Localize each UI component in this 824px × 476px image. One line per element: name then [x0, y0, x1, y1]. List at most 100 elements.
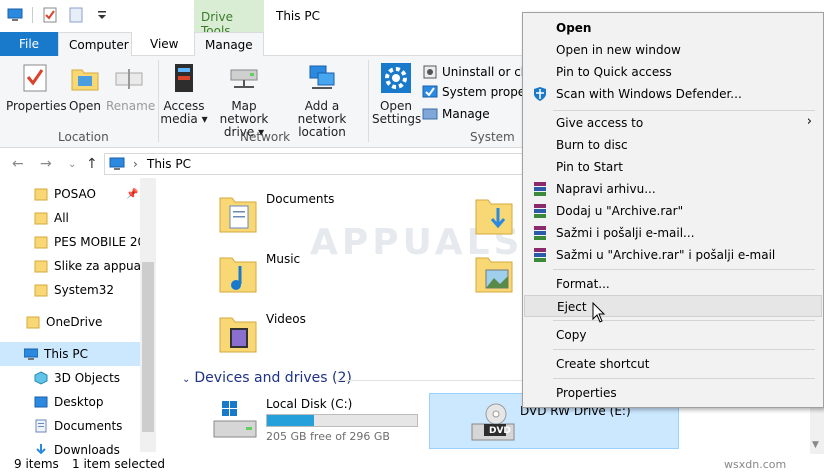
folder-documents[interactable]: Documents: [218, 192, 334, 236]
folder-music[interactable]: Music: [218, 252, 300, 296]
network-group-label: Network: [240, 130, 291, 144]
location-group-label: Location: [58, 130, 109, 144]
nav-item-pes-mobile[interactable]: PES MOBILE 201: [0, 230, 140, 254]
drive-c-usage-bar: [266, 414, 418, 427]
menu-item-pin-to-start[interactable]: Pin to Start: [524, 156, 822, 178]
back-arrow-icon[interactable]: ←: [12, 156, 24, 172]
documents-folder-icon: [219, 197, 257, 233]
manage-button[interactable]: Manage: [422, 106, 490, 122]
uninstall-programs-button[interactable]: Uninstall or cha: [422, 64, 536, 80]
nav-item-slike[interactable]: Slike za appuals-: [0, 254, 140, 278]
nav-item-desktop[interactable]: Desktop: [0, 390, 140, 414]
downloads-folder-icon[interactable]: [474, 194, 514, 241]
dvd-drive-icon: [471, 403, 515, 441]
defender-shield-icon: [534, 87, 546, 101]
menu-item-give-access[interactable]: Give access to ›: [524, 112, 822, 134]
nav-item-3d-objects[interactable]: 3D Objects: [0, 366, 140, 390]
this-pc-icon[interactable]: [6, 6, 24, 24]
collapse-chevron-icon[interactable]: ⌄: [182, 374, 190, 385]
folder-icon: [26, 316, 40, 329]
scroll-down-arrow-icon[interactable]: ▼: [812, 440, 819, 450]
winrar-icon: [534, 204, 546, 218]
nav-item-posao[interactable]: POSAO 📌: [0, 182, 140, 206]
videos-folder-icon: [219, 317, 257, 353]
tab-file[interactable]: File: [0, 32, 58, 56]
nav-item-all[interactable]: All: [0, 206, 140, 230]
folder-icon: [34, 284, 48, 297]
open-settings-button[interactable]: Open Settings: [372, 60, 421, 126]
mouse-cursor-icon: [592, 302, 606, 323]
menu-item-open[interactable]: Open: [524, 17, 822, 39]
forward-arrow-icon[interactable]: →: [40, 156, 52, 172]
rename-button[interactable]: Rename: [106, 60, 155, 113]
menu-item-burn-to-disc[interactable]: Burn to disc: [524, 134, 822, 156]
tab-computer[interactable]: Computer: [58, 32, 132, 56]
context-menu: Open Open in new window Pin to Quick acc…: [522, 12, 824, 408]
map-network-drive-button[interactable]: Map network drive ▾: [208, 60, 280, 139]
winrar-icon: [534, 248, 546, 262]
winrar-icon: [534, 226, 546, 240]
computer-management-icon: [422, 108, 438, 120]
menu-item-eject[interactable]: Eject: [524, 295, 822, 317]
menu-item-format[interactable]: Format...: [524, 273, 822, 295]
menu-item-sazmi-email[interactable]: Sažmi i pošalji e-mail...: [524, 222, 822, 244]
menu-item-scan-defender[interactable]: Scan with Windows Defender...: [524, 83, 822, 105]
menu-separator: [553, 269, 815, 270]
add-network-location-button[interactable]: Add a network location: [282, 60, 362, 139]
properties-check-icon[interactable]: [41, 6, 59, 24]
settings-gear-icon: [379, 60, 413, 96]
system-properties-button[interactable]: System propert: [422, 84, 535, 100]
menu-item-sazmi-archive-email[interactable]: Sažmi u "Archive.rar" i pošalji e-mail: [524, 244, 822, 266]
rename-icon: [112, 60, 146, 96]
drive-c-usage-fill: [267, 415, 314, 426]
recent-locations-chevron-icon[interactable]: ⌄: [68, 159, 76, 170]
folder-icon: [34, 188, 48, 201]
new-folder-icon[interactable]: [67, 6, 85, 24]
submenu-chevron-icon: ›: [806, 114, 812, 129]
menu-item-create-shortcut[interactable]: Create shortcut: [524, 353, 822, 375]
desktop-icon: [34, 396, 48, 408]
tab-manage[interactable]: Manage: [194, 32, 264, 56]
menu-item-napravi-arhivu[interactable]: Napravi arhivu...: [524, 178, 822, 200]
drive-tools-contextual-tab: Drive Tools: [194, 0, 264, 38]
system-group-label: System: [470, 130, 515, 144]
network-location-icon: [305, 60, 339, 96]
pictures-folder-icon[interactable]: [474, 252, 514, 299]
nav-item-documents[interactable]: Documents: [0, 414, 140, 438]
system-properties-icon: [422, 85, 438, 98]
drive-local-disk-c[interactable]: Local Disk (C:) 205 GB free of 296 GB: [212, 393, 422, 447]
menu-item-pin-quick-access[interactable]: Pin to Quick access: [524, 61, 822, 83]
menu-separator: [553, 110, 815, 111]
properties-button[interactable]: Properties: [6, 60, 67, 113]
open-button[interactable]: Open: [66, 60, 104, 113]
nav-item-this-pc[interactable]: This PC: [0, 342, 140, 366]
menu-item-properties[interactable]: Properties: [524, 382, 822, 404]
menu-item-open-new-window[interactable]: Open in new window: [524, 39, 822, 61]
nav-item-downloads[interactable]: Downloads: [0, 438, 140, 454]
watermark-text: wsxdn.com: [724, 458, 787, 471]
tab-view[interactable]: View: [140, 32, 188, 56]
nav-pane-scroll-thumb[interactable]: [142, 262, 154, 432]
folder-videos[interactable]: Videos: [218, 312, 306, 356]
ribbon-separator: [368, 60, 369, 142]
network-drive-icon: [227, 60, 261, 96]
up-arrow-icon[interactable]: ↑: [86, 156, 98, 172]
address-bar[interactable]: › This PC: [104, 153, 524, 175]
music-folder-icon: [219, 257, 257, 293]
nav-item-system32[interactable]: System32: [0, 278, 140, 302]
pin-icon[interactable]: 📌: [126, 189, 138, 200]
folder-icon: [34, 236, 48, 249]
menu-item-copy[interactable]: Copy: [524, 324, 822, 346]
devices-and-drives-header[interactable]: ⌄ Devices and drives (2): [182, 370, 352, 386]
item-count: 9 items: [14, 457, 59, 471]
menu-separator: [553, 349, 815, 350]
qat-dropdown-icon[interactable]: [93, 6, 111, 24]
address-path[interactable]: This PC: [147, 157, 191, 171]
media-server-icon: [167, 60, 201, 96]
nav-item-onedrive[interactable]: OneDrive: [0, 310, 140, 334]
downloads-icon: [36, 444, 46, 454]
breadcrumb-separator[interactable]: ›: [133, 157, 138, 171]
status-bar: 9 items 1 item selected: [0, 454, 824, 476]
menu-item-dodaj-archive[interactable]: Dodaj u "Archive.rar": [524, 200, 822, 222]
access-media-button[interactable]: Access media ▾: [160, 60, 208, 126]
